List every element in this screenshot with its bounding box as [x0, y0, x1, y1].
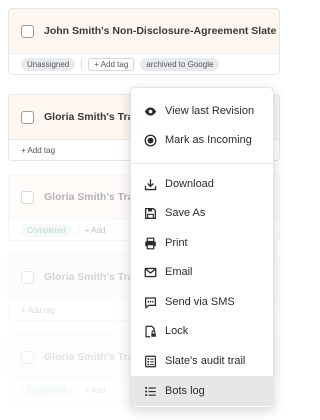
tag-unassigned[interactable]: Unassigned — [21, 57, 76, 71]
download-icon — [143, 177, 157, 191]
menu-item-label: Slate's audit trail — [165, 355, 246, 367]
eye-icon — [143, 104, 157, 118]
menu-item-label: Print — [165, 237, 188, 249]
slate-title: Gloria Smith's Tra — [44, 111, 134, 123]
add-tag-button[interactable]: + Add — [85, 386, 106, 395]
select-checkbox[interactable] — [21, 190, 34, 204]
slate-card[interactable]: John Smith's Non-Disclosure-Agreement Sl… — [8, 8, 280, 75]
tag-archived[interactable]: archived to Google — [140, 57, 220, 71]
menu-item-label: Download — [165, 178, 214, 190]
menu-divider — [131, 163, 273, 164]
slate-title: Gloria Smith's Tra — [44, 191, 134, 203]
slate-title: John Smith's Non-Disclosure-Agreement Sl… — [44, 25, 277, 37]
printer-icon — [143, 236, 157, 250]
envelope-icon — [143, 265, 157, 279]
status-badge: Completed — [21, 223, 72, 237]
menu-item-label: Send via SMS — [165, 296, 235, 308]
sms-bubble-icon — [143, 295, 157, 309]
add-tag-button[interactable]: + Add — [85, 226, 106, 235]
slate-title: Gloria Smith's Tra — [44, 271, 134, 283]
menu-item-bots-log[interactable]: Bots log — [131, 376, 273, 406]
slate-title: Gloria Smith's Tra — [44, 351, 134, 363]
menu-item-label: Bots log — [165, 385, 205, 397]
slate-context-menu: View last Revision Mark as Incoming Down… — [130, 87, 274, 408]
menu-item-download[interactable]: Download — [131, 169, 273, 199]
audit-trail-icon — [143, 354, 157, 368]
divider — [77, 225, 79, 235]
menu-item-email[interactable]: Email — [131, 257, 273, 287]
menu-item-label: Lock — [165, 325, 189, 337]
status-badge: Completed — [21, 383, 72, 397]
select-checkbox[interactable] — [21, 270, 34, 284]
radio-filled-icon — [143, 133, 157, 147]
lock-document-icon — [143, 324, 157, 338]
menu-item-mark-as-incoming[interactable]: Mark as Incoming — [131, 125, 273, 155]
slate-card-tags: Unassigned + Add tag archived to Google — [9, 54, 279, 74]
select-checkbox[interactable] — [21, 24, 34, 38]
save-icon — [143, 206, 157, 220]
menu-item-label: View last Revision — [165, 105, 255, 117]
add-tag-button[interactable]: + Add tag — [21, 306, 55, 315]
divider — [77, 385, 79, 395]
select-checkbox[interactable] — [21, 350, 34, 364]
add-tag-button[interactable]: + Add tag — [21, 146, 55, 155]
menu-item-save-as[interactable]: Save As — [131, 198, 273, 228]
add-tag-button[interactable]: + Add tag — [88, 57, 135, 71]
menu-item-send-via-sms[interactable]: Send via SMS — [131, 287, 273, 317]
divider — [81, 59, 83, 69]
menu-item-view-last-revision[interactable]: View last Revision — [131, 96, 273, 126]
menu-item-label: Mark as Incoming — [165, 134, 252, 146]
menu-item-lock[interactable]: Lock — [131, 316, 273, 346]
slate-card-header[interactable]: John Smith's Non-Disclosure-Agreement Sl… — [9, 9, 279, 54]
menu-item-label: Email — [165, 266, 193, 278]
select-checkbox[interactable] — [21, 110, 34, 124]
list-icon — [143, 384, 157, 398]
menu-item-print[interactable]: Print — [131, 228, 273, 258]
menu-item-audit-trail[interactable]: Slate's audit trail — [131, 346, 273, 376]
menu-item-label: Save As — [165, 207, 206, 219]
